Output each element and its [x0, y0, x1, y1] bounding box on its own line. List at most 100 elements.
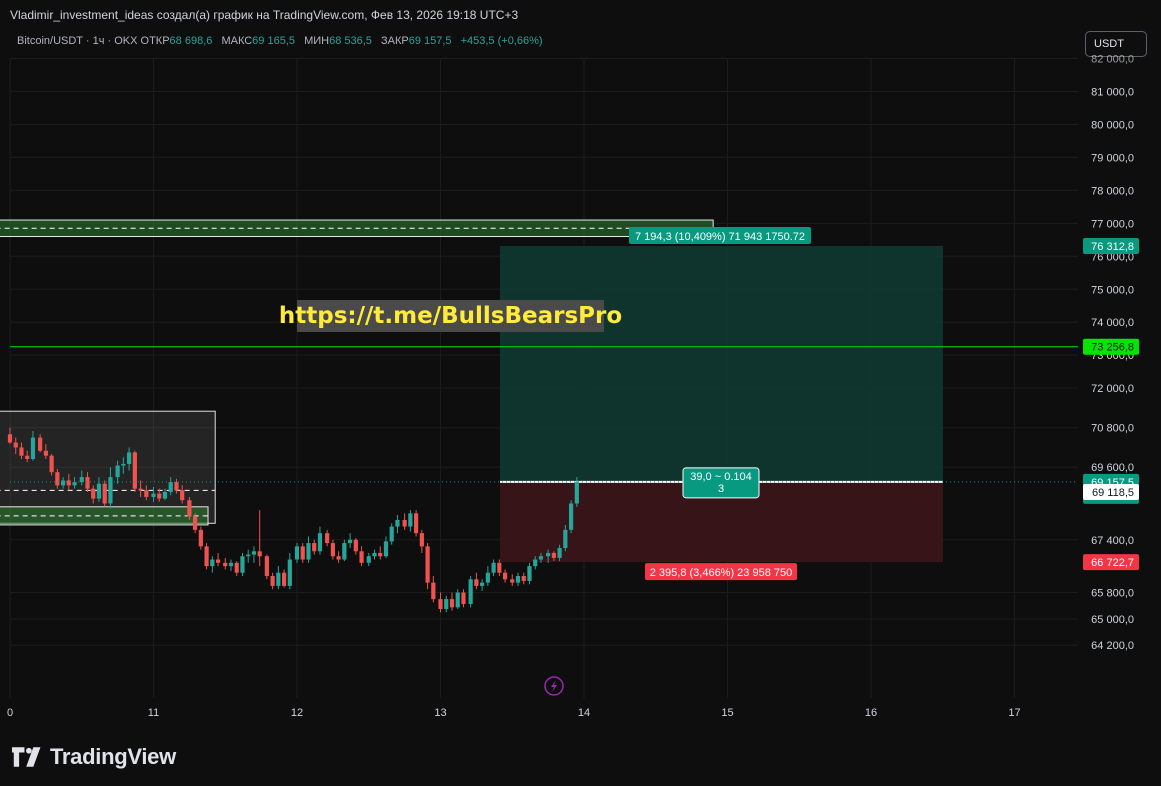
price-tag: 73 256,8: [1083, 338, 1139, 355]
candle-body: [336, 556, 341, 560]
candle-body: [223, 562, 228, 567]
candle-down: [419, 529, 424, 553]
time-axis-label: 12: [291, 707, 303, 719]
candle-body: [13, 442, 18, 448]
candle-down: [449, 592, 455, 611]
candle-body: [521, 576, 526, 581]
candle-down: [132, 450, 137, 492]
candle-body: [138, 488, 143, 491]
candle-body: [485, 572, 490, 583]
candle-body: [431, 582, 436, 600]
candle-body: [527, 566, 532, 581]
candle-body: [49, 455, 54, 473]
candle-body: [234, 562, 239, 573]
candle-body: [461, 592, 466, 605]
candle-body: [162, 491, 168, 499]
candle-body: [204, 546, 209, 567]
stop-label-text: 2 395,8 (3,466%) 23 958 750: [650, 567, 793, 579]
price-tag: 66 722,7: [1083, 554, 1139, 571]
candle-body: [366, 556, 371, 563]
candle-body: [198, 529, 203, 547]
candle-up: [246, 549, 251, 563]
lightning-icon: [551, 680, 557, 692]
candle-body: [557, 547, 562, 558]
candle-up: [515, 572, 521, 586]
candle-body: [210, 559, 215, 567]
candle-body: [402, 519, 407, 527]
price-tag-text: 73 256,8: [1091, 342, 1134, 354]
candle-down: [215, 552, 221, 567]
candle-up: [294, 543, 300, 563]
candle-down: [330, 539, 335, 560]
price-axis-label: 75 000,0: [1091, 284, 1134, 296]
candle-body: [312, 543, 317, 552]
tradingview-logo-icon: [12, 747, 41, 767]
time-axis-label: 0: [7, 707, 13, 719]
candle-down: [353, 538, 358, 555]
candle-up: [568, 500, 574, 534]
candle-body: [276, 572, 281, 586]
candle-up: [468, 576, 473, 608]
candle-body: [474, 579, 479, 586]
time-axis-label: 11: [148, 707, 159, 719]
candle-down: [521, 572, 526, 585]
candle-body: [168, 482, 173, 492]
price-axis-label: 64 200,0: [1091, 640, 1134, 652]
event-marker-icon: [544, 676, 564, 696]
price-axis-label: 69 600,0: [1091, 462, 1134, 474]
candle-down: [502, 569, 508, 583]
candle-body: [419, 533, 424, 547]
candle-body: [574, 481, 579, 504]
candle-down: [234, 561, 239, 577]
candle-body: [281, 572, 287, 586]
candle-body: [66, 480, 71, 486]
tradingview-logo[interactable]: TradingView: [12, 744, 176, 770]
candle-up: [306, 536, 311, 563]
candle-body: [342, 543, 347, 560]
candle-body: [30, 437, 36, 460]
candle-body: [546, 552, 551, 557]
candle-body: [455, 592, 460, 608]
candle-body: [43, 450, 48, 456]
candle-up: [342, 539, 347, 562]
price-tag: 69 118,5: [1083, 483, 1139, 500]
candle-down: [325, 529, 330, 547]
target-label-text: 7 194,3 (10,409%) 71 943 1750.72: [635, 231, 805, 243]
candle-up: [210, 556, 215, 573]
candle-down: [264, 554, 269, 580]
stop-label: 2 395,8 (3,466%) 23 958 750: [645, 563, 797, 581]
candle-body: [491, 562, 496, 573]
candle-body: [372, 552, 377, 557]
watermark-link[interactable]: https://t.me/BullsBearsPro: [279, 300, 622, 332]
candle-up: [491, 559, 496, 577]
price-axis-label: 70 800,0: [1091, 423, 1134, 435]
candle-up: [347, 533, 353, 548]
candle-up: [480, 579, 485, 591]
candle-down: [300, 543, 305, 563]
candle-body: [91, 488, 96, 499]
center-label-line2: 3: [718, 483, 724, 495]
candle-body: [480, 582, 485, 586]
candle-up: [240, 552, 245, 577]
candle-body: [395, 519, 400, 527]
candle-body: [55, 472, 60, 486]
candle-down: [359, 546, 364, 567]
candle-body: [85, 477, 90, 489]
candle-body: [127, 452, 132, 464]
price-chart[interactable]: 7 194,3 (10,409%) 71 943 1750.72 2 395,8 …: [0, 0, 1161, 786]
price-tag: 76 312,8: [1083, 237, 1139, 254]
candle-body: [359, 551, 364, 563]
candle-body: [79, 477, 84, 483]
price-axis-label: 65 000,0: [1091, 614, 1134, 626]
price-tag-text: 66 722,7: [1091, 557, 1134, 569]
candle-body: [389, 526, 394, 542]
candle-body: [264, 556, 269, 577]
price-tag-text: 76 312,8: [1091, 241, 1134, 253]
candle-body: [96, 483, 102, 499]
candle-body: [215, 559, 221, 563]
long-position-tool: [500, 245, 943, 563]
candle-body: [551, 552, 556, 558]
candle-body: [240, 556, 245, 573]
candle-body: [102, 483, 107, 504]
candle-down: [270, 572, 275, 590]
